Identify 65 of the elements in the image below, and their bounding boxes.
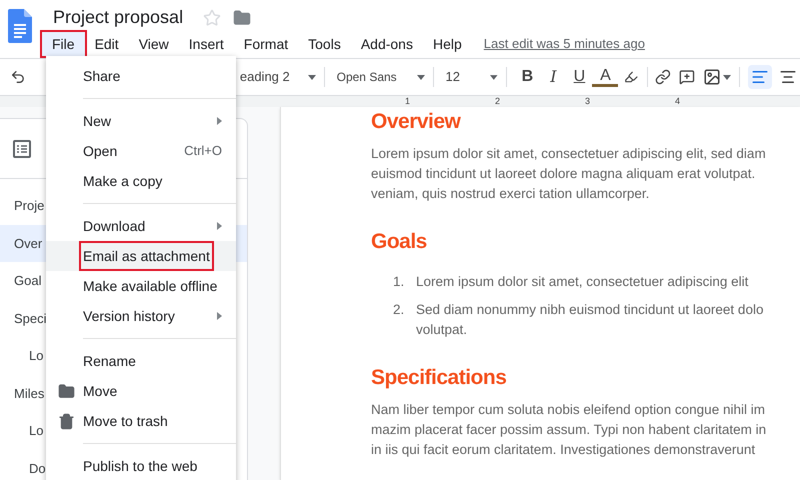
align-center-icon xyxy=(778,68,797,86)
body-text: Nam liber tempor cum soluta nobis eleifend option congue nihil im xyxy=(371,401,766,419)
bold-button[interactable]: B xyxy=(514,65,540,89)
font-size-dropdown[interactable]: 12 xyxy=(446,67,498,87)
font-dropdown[interactable]: Open Sans xyxy=(336,68,425,86)
outline-icon[interactable] xyxy=(13,140,31,158)
caret-icon xyxy=(490,74,498,80)
add-comment-icon[interactable] xyxy=(679,68,696,86)
underline-button[interactable]: U xyxy=(566,65,592,89)
ruler-number: 3 xyxy=(585,97,592,106)
menu-item[interactable]: Edit xyxy=(84,32,129,56)
caret-icon xyxy=(308,74,316,80)
menu-option[interactable]: Rename xyxy=(81,348,138,374)
menu-option[interactable]: New xyxy=(81,108,114,134)
caret-icon xyxy=(723,74,732,80)
menu-option[interactable]: Make a copy xyxy=(81,168,164,194)
menu-option[interactable]: Version history xyxy=(81,303,177,329)
body-text: veniam, quis nostrud exerci tation ullamcorper. xyxy=(371,185,650,203)
menu-option[interactable]: Move xyxy=(81,378,120,404)
highlighter-icon[interactable] xyxy=(624,69,639,85)
section-heading: Overview xyxy=(371,109,462,135)
folder-icon[interactable] xyxy=(233,8,252,26)
menu-option[interactable]: Download xyxy=(81,213,148,239)
align-left-icon xyxy=(750,68,769,86)
menu-item[interactable]: Add-ons xyxy=(350,32,423,56)
menu-option[interactable]: Publish to the web xyxy=(81,453,200,479)
document-icon[interactable] xyxy=(8,9,32,43)
italic-button[interactable]: I xyxy=(540,65,566,89)
insert-image-button[interactable] xyxy=(703,68,732,86)
list-item-text: Lorem ipsum dolor sit amet, consectetuer adipiscing elit xyxy=(416,273,748,291)
undo-icon[interactable] xyxy=(10,68,26,86)
document-title[interactable]: Project proposal xyxy=(53,4,184,31)
menu-item[interactable]: View xyxy=(128,32,179,56)
trash-icon xyxy=(58,412,75,430)
last-edit-link[interactable]: Last edit was 5 minutes ago xyxy=(484,34,645,54)
menu-option[interactable]: Open xyxy=(81,138,120,164)
body-text: Lorem ipsum dolor sit amet, consectetuer adipiscing elit, sed diam xyxy=(371,145,767,163)
star-icon[interactable] xyxy=(203,8,222,26)
shortcut-text: Ctrl+O xyxy=(184,142,222,160)
ruler-number: 4 xyxy=(675,97,682,106)
menu-item[interactable]: Format xyxy=(234,32,298,56)
menu-item[interactable]: Insert xyxy=(178,32,234,56)
folder-icon xyxy=(58,382,75,400)
section-heading: Goals xyxy=(371,229,428,255)
body-text: mazim placerat facer possim assum. Typi non habent claritatem in xyxy=(371,421,768,439)
link-icon[interactable] xyxy=(655,68,672,86)
list-item-text: Sed diam nonummy nibh euismod tincidunt ut laoreet dolo xyxy=(416,301,764,319)
menu-option[interactable]: Share xyxy=(81,63,122,89)
list-number: 2. xyxy=(393,301,406,319)
text-color-button[interactable]: A xyxy=(592,68,618,86)
menu-option[interactable]: Move to trash xyxy=(81,408,170,434)
ruler-number: 1 xyxy=(405,97,412,106)
list-number: 1. xyxy=(393,273,406,291)
caret-icon xyxy=(416,74,425,80)
menu-option[interactable]: Make available offline xyxy=(81,273,220,299)
align-left-button[interactable] xyxy=(748,65,772,89)
section-heading: Specifications xyxy=(371,365,508,391)
menu-item[interactable]: Tools xyxy=(298,32,351,56)
style-dropdown[interactable]: eading 2 xyxy=(240,67,316,87)
body-text: in iis qui facit eorum claritatem. Investigationes demonstraverunt xyxy=(371,441,756,459)
menu-item[interactable]: File xyxy=(42,32,85,56)
ruler-number: 2 xyxy=(495,97,502,106)
menu-item[interactable]: Help xyxy=(422,32,472,56)
list-item-text: volutpat. xyxy=(416,321,468,339)
body-text: euismod tincidunt ut laoreet dolore magna aliquam erat volutpat. xyxy=(371,165,756,183)
